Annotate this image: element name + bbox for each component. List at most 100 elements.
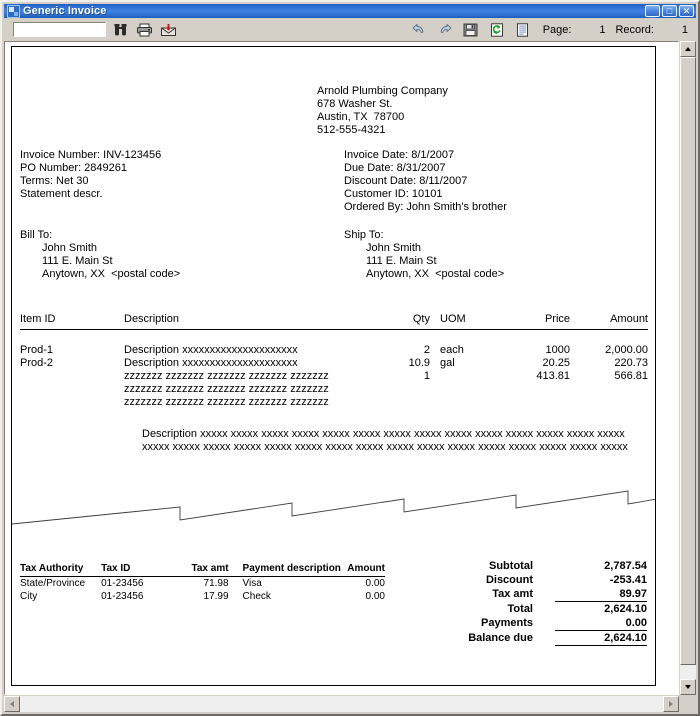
cell-qty: 2 — [423, 344, 430, 356]
company-name: Arnold Plumbing Company — [317, 85, 448, 97]
cell-uom — [430, 370, 494, 383]
cell-amount: 566.81 — [614, 370, 648, 382]
cell-item-id — [20, 383, 124, 396]
export-icon[interactable] — [158, 20, 178, 39]
header-payment-amount: Amount — [340, 563, 385, 577]
line-items-header-row: Item ID Description Qty UOM Price Amount — [20, 313, 648, 330]
cell-tax-authority: State/Province — [20, 578, 86, 589]
totals-row-balance-due: Balance due 2,624.10 — [468, 630, 647, 646]
cell-tax-id: 01-23456 — [101, 591, 144, 602]
header-description: Description — [124, 313, 386, 330]
line-items-section: Item ID Description Qty UOM Price Amount — [20, 313, 648, 409]
minimize-button[interactable]: _ — [645, 5, 660, 18]
scroll-right-button[interactable] — [663, 696, 679, 712]
previous-page-icon[interactable] — [409, 20, 429, 39]
table-row: zzzzzzz zzzzzzz zzzzzzz zzzzzzz zzzzzzz — [20, 383, 648, 396]
printer-icon[interactable] — [134, 20, 154, 39]
client-area: Arnold Plumbing Company 678 Washer St. A… — [4, 41, 696, 712]
cell-item-id: Prod-2 — [20, 357, 54, 369]
bill-to-block: Bill To: John Smith 111 E. Main St Anyto… — [20, 229, 180, 281]
scroll-up-arrow-icon — [685, 47, 691, 51]
due-date-field: Due Date: 8/31/2007 — [344, 162, 446, 174]
totals-row-tax-amt: Tax amt 89.97 — [468, 587, 647, 602]
cell-description: zzzzzzz zzzzzzz zzzzzzz zzzzzzz zzzzzzz — [124, 370, 329, 382]
cell-qty: 1 — [423, 370, 430, 382]
document-details-icon[interactable] — [513, 20, 533, 39]
value-discount: -253.41 — [609, 574, 647, 586]
label-discount: Discount — [485, 574, 533, 586]
cell-amount — [570, 383, 648, 396]
record-label: Record: — [615, 23, 654, 36]
cell-qty: 10.9 — [408, 357, 430, 369]
label-subtotal: Subtotal — [489, 560, 533, 572]
table-row: State/Province 01-23456 71.98 Visa 0.00 — [20, 577, 385, 591]
cell-item-id — [20, 396, 124, 409]
table-row: zzzzzzz zzzzzzz zzzzzzz zzzzzzz zzzzzzz … — [20, 370, 648, 383]
header-uom: UOM — [430, 313, 494, 330]
record-value[interactable]: 1 — [654, 24, 688, 36]
label-payments: Payments — [481, 617, 533, 630]
cell-price: 413.81 — [536, 370, 570, 382]
header-qty: Qty — [386, 313, 430, 330]
scroll-up-button[interactable] — [680, 41, 696, 57]
ordered-by-field: Ordered By: John Smith's brother — [344, 201, 507, 213]
toolbar: Page: 1 Record: 1 — [4, 18, 696, 41]
label-tax-amt: Tax amt — [492, 588, 533, 601]
terms-field: Terms: Net 30 — [20, 175, 89, 187]
ship-to-block: Ship To: John Smith 111 E. Main St Anyto… — [344, 229, 504, 281]
cell-amount — [570, 396, 648, 409]
minimize-icon: _ — [649, 7, 656, 18]
header-price: Price — [494, 313, 570, 330]
cell-payment-description: Check — [242, 591, 271, 602]
perforation-tear-line — [12, 490, 655, 525]
scroll-left-button[interactable] — [4, 696, 20, 712]
table-row: zzzzzzz zzzzzzz zzzzzzz zzzzzzz zzzzzzz — [20, 396, 648, 409]
cell-tax-amt: 17.99 — [203, 591, 229, 602]
page-value[interactable]: 1 — [571, 24, 605, 36]
company-address-block: Arnold Plumbing Company 678 Washer St. A… — [317, 85, 448, 137]
bill-to-street: 111 E. Main St — [42, 255, 113, 267]
cell-item-id: Prod-1 — [20, 344, 54, 356]
find-input[interactable] — [13, 22, 106, 37]
header-tax-amt: Tax amt — [176, 563, 235, 577]
scroll-down-button[interactable] — [680, 679, 696, 695]
vertical-scroll-track[interactable] — [680, 57, 696, 679]
table-row: City 01-23456 17.99 Check 0.00 — [20, 590, 385, 603]
toolbar-right-group: Page: 1 Record: 1 — [403, 20, 696, 39]
window-title: Generic Invoice — [23, 5, 107, 17]
refresh-icon[interactable] — [487, 20, 507, 39]
cell-uom: gal — [440, 357, 455, 369]
maximize-button[interactable]: □ — [662, 5, 677, 17]
page-label: Page: — [542, 23, 572, 36]
cell-payment-amount: 0.00 — [365, 591, 385, 602]
ship-to-street: 111 E. Main St — [366, 255, 437, 267]
invoice-date-field: Invoice Date: 8/1/2007 — [344, 149, 455, 161]
cell-description: zzzzzzz zzzzzzz zzzzzzz zzzzzzz zzzzzzz — [124, 396, 329, 408]
header-amount: Amount — [570, 313, 648, 330]
company-city-state-zip: Austin, TX 78700 — [317, 111, 405, 123]
next-page-icon[interactable] — [435, 20, 455, 39]
invoice-number-field: Invoice Number: INV-123456 — [20, 149, 162, 161]
horizontal-scrollbar[interactable] — [4, 696, 679, 712]
cell-price: 1000 — [545, 344, 570, 356]
horizontal-scroll-track[interactable] — [20, 696, 663, 712]
vertical-scroll-thumb[interactable] — [680, 57, 696, 665]
save-icon[interactable] — [461, 20, 481, 39]
cell-tax-amt: 71.98 — [203, 578, 229, 589]
cell-uom: each — [440, 344, 464, 356]
close-button[interactable]: ✕ — [679, 5, 694, 17]
line-items-table: Item ID Description Qty UOM Price Amount — [20, 313, 648, 409]
ship-to-city: Anytown, XX <postal code> — [366, 268, 505, 280]
invoice-left-fields: Invoice Number: INV-123456 PO Number: 28… — [20, 149, 161, 201]
binoculars-icon[interactable] — [110, 20, 130, 39]
totals-row-total: Total 2,624.10 — [468, 601, 647, 616]
totals-row-payments: Payments 0.00 — [468, 616, 647, 631]
tax-and-payments-table: Tax Authority Tax ID Tax amt Payment des… — [20, 563, 385, 603]
header-payment-description: Payment description — [234, 563, 341, 577]
invoice-viewer-window: Generic Invoice _ □ ✕ Page: 1 Record: 1 … — [0, 0, 700, 716]
company-street: 678 Washer St. — [317, 98, 393, 110]
cell-description: zzzzzzz zzzzzzz zzzzzzz zzzzzzz zzzzzzz — [124, 383, 329, 395]
cell-description: Description xxxxxxxxxxxxxxxxxxxxx — [124, 344, 298, 356]
invoice-page: Arnold Plumbing Company 678 Washer St. A… — [11, 46, 656, 686]
vertical-scrollbar[interactable] — [680, 41, 696, 695]
